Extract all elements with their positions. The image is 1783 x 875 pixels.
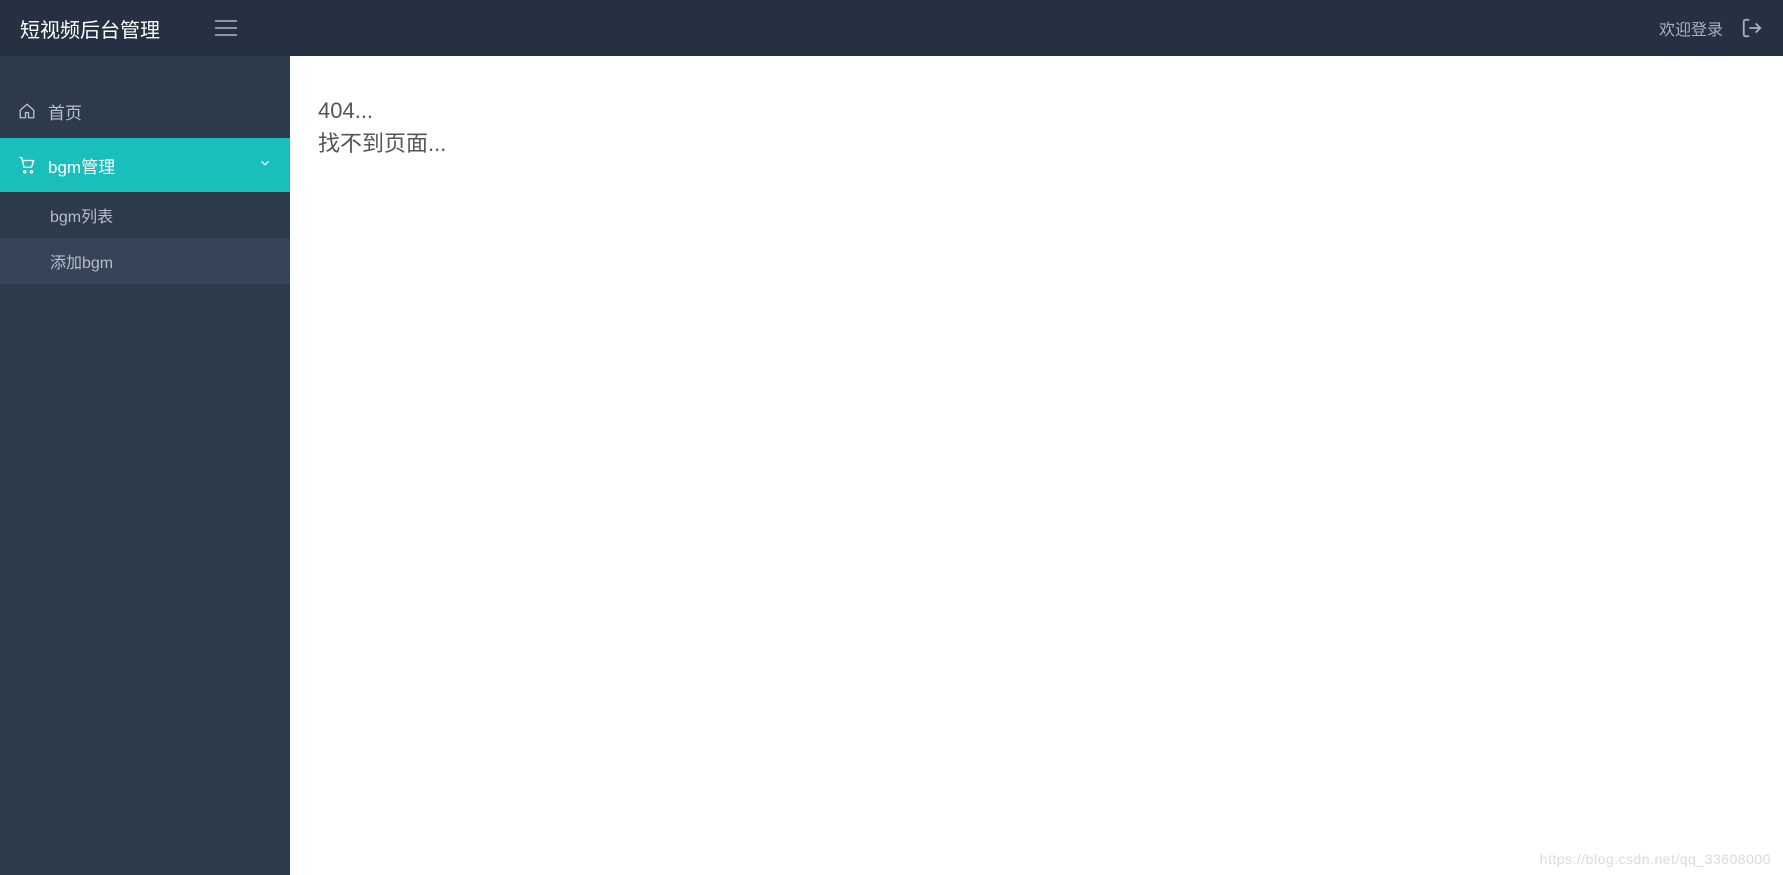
header-right: 欢迎登录 (1659, 16, 1763, 40)
watermark: https://blog.csdn.net/qq_33608000 (1540, 851, 1771, 867)
sidebar-item-label: bgm列表 (50, 203, 113, 227)
logout-icon[interactable] (1741, 17, 1763, 39)
sidebar-item-label: 首页 (48, 99, 82, 124)
sidebar-subitem-bgm-list[interactable]: bgm列表 (0, 192, 290, 238)
sidebar-item-label: bgm管理 (48, 153, 115, 178)
sidebar-item-home[interactable]: 首页 (0, 84, 290, 138)
sidebar: 首页 bgm管理 bgm列表 添加bgm (0, 56, 290, 875)
error-code: 404... (318, 94, 1755, 127)
welcome-label: 欢迎登录 (1659, 16, 1723, 40)
main-content: 404... 找不到页面... (290, 56, 1783, 875)
main-container: 首页 bgm管理 bgm列表 添加bgm 404 (0, 56, 1783, 875)
home-icon (18, 102, 48, 120)
sidebar-item-bgm-manage[interactable]: bgm管理 (0, 138, 290, 192)
chevron-down-icon (258, 155, 272, 175)
sidebar-subitem-add-bgm[interactable]: 添加bgm (0, 238, 290, 284)
menu-toggle-icon[interactable] (210, 15, 242, 41)
app-brand: 短视频后台管理 (20, 14, 160, 43)
sidebar-item-label: 添加bgm (50, 249, 113, 273)
cart-icon (18, 156, 48, 174)
error-message: 找不到页面... (318, 127, 1755, 160)
top-header: 短视频后台管理 欢迎登录 (0, 0, 1783, 56)
